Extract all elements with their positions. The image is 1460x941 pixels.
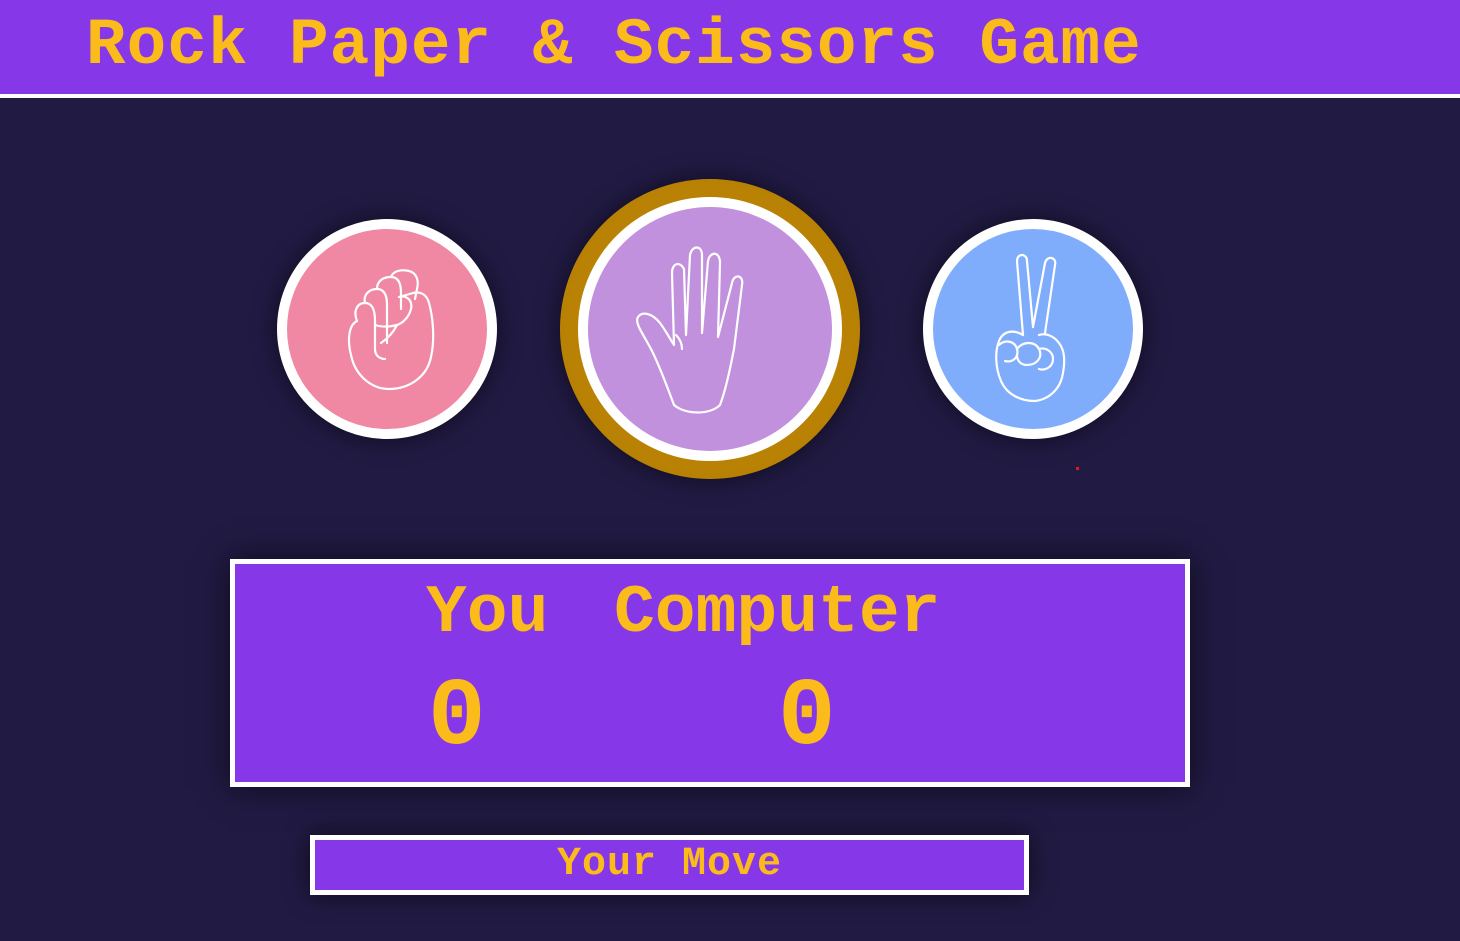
indicator-dot: [1076, 467, 1079, 470]
game-page: Rock Paper & Scissors Game You Computer …: [0, 0, 1460, 941]
paper-choice-button[interactable]: [578, 197, 842, 461]
peace-hand-icon: [995, 253, 1066, 403]
computer-score: 0: [778, 663, 836, 772]
you-label: You: [426, 575, 549, 652]
scoreboard: You Computer 0 0: [230, 559, 1190, 787]
header-bar: Rock Paper & Scissors Game: [0, 0, 1460, 98]
fist-icon: [347, 269, 435, 391]
you-score: 0: [428, 663, 486, 772]
rock-choice-button[interactable]: [277, 219, 497, 439]
open-hand-icon: [636, 246, 744, 414]
scissors-choice-button[interactable]: [923, 219, 1143, 439]
message-bar: Your Move: [310, 835, 1029, 895]
computer-label: Computer: [614, 575, 941, 652]
message-text: Your Move: [556, 842, 783, 887]
page-title: Rock Paper & Scissors Game: [86, 8, 1142, 83]
